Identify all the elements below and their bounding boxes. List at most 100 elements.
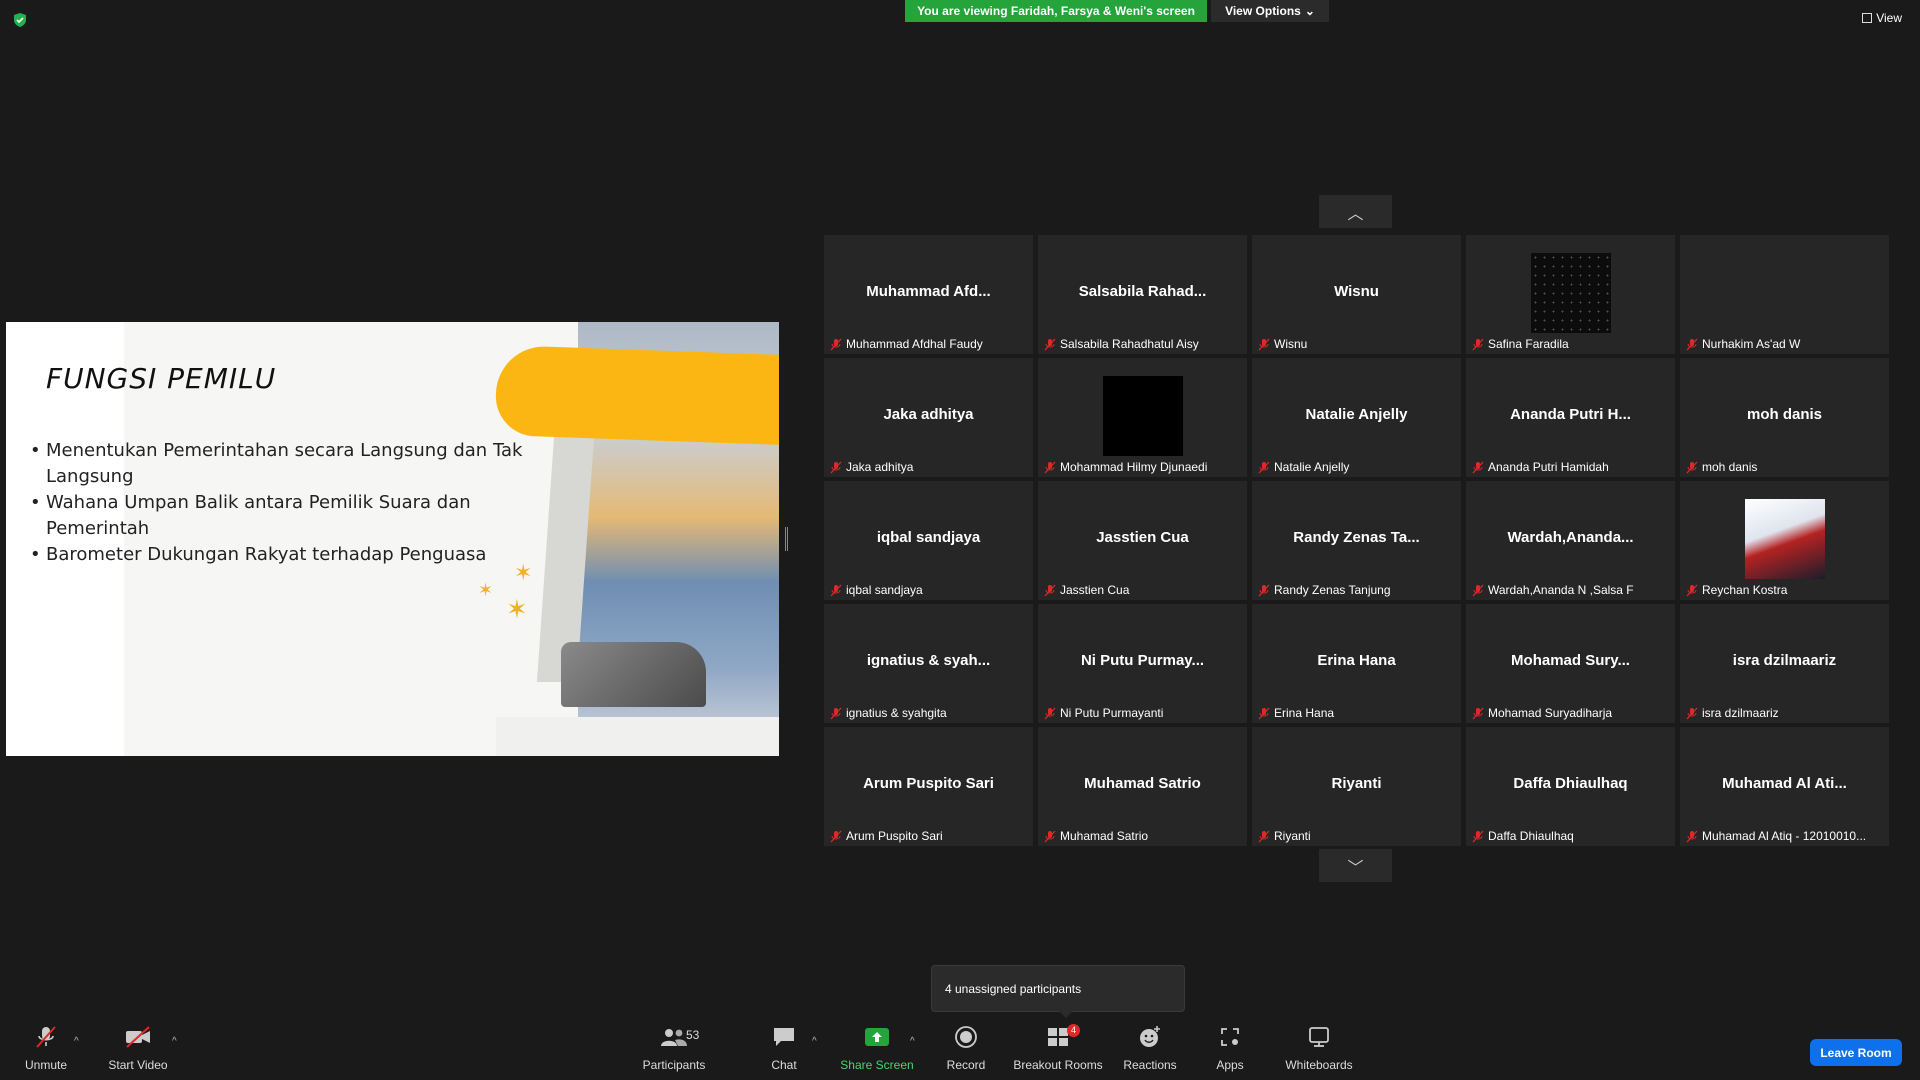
grid-icon xyxy=(1862,13,1873,23)
view-button[interactable]: View xyxy=(1862,11,1902,25)
participant-footer: Mohamad Suryadiharja xyxy=(1472,706,1671,720)
participant-tile[interactable]: Mohammad Hilmy Djunaedi xyxy=(1038,358,1247,477)
participant-tile[interactable]: Muhamad Satrio Muhamad Satrio xyxy=(1038,727,1247,846)
unassigned-participants-tooltip[interactable]: 4 unassigned participants xyxy=(931,965,1185,1018)
participant-tile[interactable]: Jaka adhitya Jaka adhitya xyxy=(824,358,1033,477)
participant-tile[interactable]: Randy Zenas Ta... Randy Zenas Tanjung xyxy=(1252,481,1461,600)
participant-tile[interactable]: Riyanti Riyanti xyxy=(1252,727,1461,846)
muted-mic-icon xyxy=(1472,707,1484,719)
participant-tile[interactable]: Wisnu Wisnu xyxy=(1252,235,1461,354)
participant-tile[interactable]: Mohamad Sury... Mohamad Suryadiharja xyxy=(1466,604,1675,723)
participant-tile[interactable]: Safina Faradila xyxy=(1466,235,1675,354)
share-screen-button[interactable]: Share Screen xyxy=(840,1022,914,1080)
participant-tile[interactable]: Daffa Dhiaulhaq Daffa Dhiaulhaq xyxy=(1466,727,1675,846)
audio-options-caret-icon[interactable]: ^ xyxy=(74,1036,79,1047)
chat-options-caret-icon[interactable]: ^ xyxy=(812,1036,817,1047)
security-shield-icon[interactable] xyxy=(12,12,28,28)
apps-button[interactable]: Apps xyxy=(1210,1022,1250,1080)
participant-footer: Ni Putu Purmayanti xyxy=(1044,706,1243,720)
participant-footer: Salsabila Rahadhatul Aisy xyxy=(1044,337,1243,351)
slide-bullet: Barometer Dukungan Rakyat terhadap Pengu… xyxy=(30,542,530,568)
whiteboards-button[interactable]: Whiteboards xyxy=(1282,1022,1356,1080)
participant-tile[interactable]: ignatius & syah... ignatius & syahgita xyxy=(824,604,1033,723)
slide-bullet: Menentukan Pemerintahan secara Langsung … xyxy=(30,438,530,490)
participant-tile[interactable]: Ananda Putri H... Ananda Putri Hamidah xyxy=(1466,358,1675,477)
muted-mic-icon xyxy=(1258,338,1270,350)
participants-count: 53 xyxy=(686,1028,700,1042)
participant-display-name: Ni Putu Purmay... xyxy=(1080,652,1205,669)
muted-mic-icon xyxy=(1258,707,1270,719)
view-options-button[interactable]: View Options ⌄ xyxy=(1211,0,1329,22)
participants-button[interactable]: 53 Participants xyxy=(640,1022,708,1080)
participant-name-label: moh danis xyxy=(1702,460,1758,474)
share-options-caret-icon[interactable]: ^ xyxy=(910,1036,915,1047)
muted-mic-icon xyxy=(1686,338,1698,350)
video-options-caret-icon[interactable]: ^ xyxy=(172,1036,177,1047)
muted-mic-icon xyxy=(1044,830,1056,842)
participant-tile[interactable]: Ni Putu Purmay... Ni Putu Purmayanti xyxy=(1038,604,1247,723)
participant-name-label: Safina Faradila xyxy=(1488,337,1569,351)
reactions-button[interactable]: Reactions xyxy=(1122,1022,1178,1080)
participant-tile[interactable]: Natalie Anjelly Natalie Anjelly xyxy=(1252,358,1461,477)
participant-tile[interactable]: Jasstien Cua Jasstien Cua xyxy=(1038,481,1247,600)
participant-tile[interactable]: Arum Puspito Sari Arum Puspito Sari xyxy=(824,727,1033,846)
participant-tile[interactable]: Wardah,Ananda... Wardah,Ananda N ,Salsa F xyxy=(1466,481,1675,600)
participant-tile[interactable]: Reychan Kostra xyxy=(1680,481,1889,600)
start-video-button[interactable]: Start Video xyxy=(106,1022,170,1080)
participant-footer: Arum Puspito Sari xyxy=(830,829,1029,843)
participant-name-label: iqbal sandjaya xyxy=(846,583,923,597)
participant-tile[interactable]: moh danis moh danis xyxy=(1680,358,1889,477)
participant-tile[interactable]: iqbal sandjaya iqbal sandjaya xyxy=(824,481,1033,600)
participant-display-name: Muhamad Satrio xyxy=(1084,775,1201,792)
apps-icon xyxy=(1219,1022,1241,1052)
muted-mic-icon xyxy=(1686,584,1698,596)
muted-mic-icon xyxy=(1044,584,1056,596)
record-button[interactable]: Record xyxy=(944,1022,988,1080)
participant-name-label: Ananda Putri Hamidah xyxy=(1488,460,1609,474)
view-options-label: View Options xyxy=(1225,4,1301,18)
participant-tile[interactable]: Muhamad Al Ati... Muhamad Al Atiq - 12010… xyxy=(1680,727,1889,846)
breakout-rooms-button[interactable]: 4 Breakout Rooms xyxy=(1013,1022,1103,1080)
chat-icon xyxy=(772,1022,796,1052)
participant-footer: Nurhakim As'ad W xyxy=(1686,337,1885,351)
participant-display-name: moh danis xyxy=(1746,406,1822,423)
whiteboards-label: Whiteboards xyxy=(1285,1058,1353,1072)
split-view-resize-handle[interactable] xyxy=(785,527,788,551)
muted-mic-icon xyxy=(830,461,842,473)
chat-button[interactable]: Chat xyxy=(764,1022,804,1080)
breakout-rooms-label: Breakout Rooms xyxy=(1013,1058,1103,1072)
participant-name-label: Riyanti xyxy=(1274,829,1311,843)
reactions-smiley-icon xyxy=(1138,1022,1162,1052)
muted-mic-icon xyxy=(1686,707,1698,719)
participant-footer: Jaka adhitya xyxy=(830,460,1029,474)
unmute-button[interactable]: Unmute xyxy=(22,1022,70,1080)
leave-room-button[interactable]: Leave Room xyxy=(1810,1039,1902,1066)
participant-tile[interactable]: isra dzilmaariz isra dzilmaariz xyxy=(1680,604,1889,723)
participant-display-name: Ananda Putri H... xyxy=(1510,406,1631,423)
muted-mic-icon xyxy=(1044,338,1056,350)
participant-footer: Natalie Anjelly xyxy=(1258,460,1457,474)
participant-avatar xyxy=(1102,376,1183,456)
muted-mic-icon xyxy=(830,830,842,842)
participant-name-label: Mohamad Suryadiharja xyxy=(1488,706,1613,720)
participant-name-label: Salsabila Rahadhatul Aisy xyxy=(1060,337,1199,351)
meeting-toolbar: Unmute ^ Start Video ^ 53 Participants C… xyxy=(0,1022,1920,1080)
participant-tile[interactable]: Muhammad Afd... Muhammad Afdhal Faudy xyxy=(824,235,1033,354)
participant-tile[interactable]: Salsabila Rahad... Salsabila Rahadhatul A… xyxy=(1038,235,1247,354)
participant-footer: Muhamad Al Atiq - 12010010... xyxy=(1686,829,1885,843)
participant-name-label: Ni Putu Purmayanti xyxy=(1060,706,1164,720)
participant-name-label: ignatius & syahgita xyxy=(846,706,947,720)
participant-footer: Erina Hana xyxy=(1258,706,1457,720)
gallery-page-up-button[interactable]: ︿ xyxy=(1319,195,1392,228)
participant-display-name: Jaka adhitya xyxy=(883,406,974,423)
participant-display-name: Mohamad Sury... xyxy=(1511,652,1630,669)
share-screen-label: Share Screen xyxy=(840,1058,914,1072)
yellow-brush-stroke xyxy=(494,344,779,446)
chevron-down-icon: ⌄ xyxy=(1304,4,1315,18)
participant-name-label: Muhamad Satrio xyxy=(1060,829,1149,843)
slide-title: FUNGSI PEMILU xyxy=(46,362,277,395)
gallery-page-down-button[interactable]: ﹀ xyxy=(1319,849,1392,882)
participant-tile[interactable]: Erina Hana Erina Hana xyxy=(1252,604,1461,723)
whiteboard-icon xyxy=(1307,1022,1331,1052)
participant-tile[interactable]: Nurhakim As'ad W xyxy=(1680,235,1889,354)
